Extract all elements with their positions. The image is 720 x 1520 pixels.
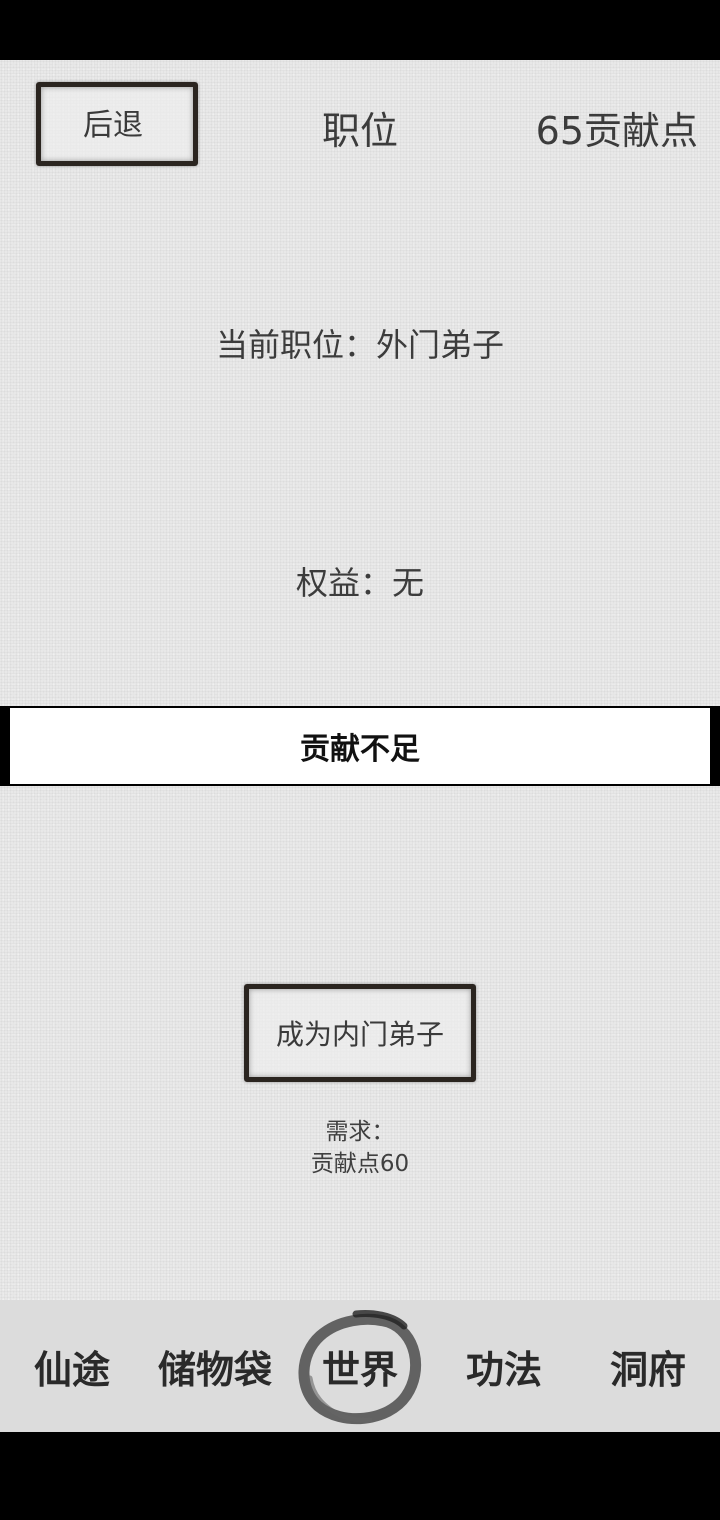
banner-message: 贡献不足 <box>10 708 710 784</box>
nav-item-label: 世界 <box>321 1346 398 1392</box>
requirement-detail: 贡献点60 <box>310 1151 410 1177</box>
position-screen: 后退 职位 65贡献点 当前职位：外门弟子 权益：无 贡献不足 成为内门弟子 需… <box>0 60 720 1432</box>
nav-item-world[interactable]: 世界 <box>290 1300 430 1432</box>
nav-item-techniques[interactable]: 功法 <box>452 1300 556 1432</box>
status-bar <box>0 0 720 60</box>
become-inner-disciple-button[interactable]: 成为内门弟子 <box>244 984 476 1082</box>
nav-item-storage-bag[interactable]: 储物袋 <box>150 1300 280 1432</box>
nav-item-xiantu[interactable]: 仙途 <box>16 1300 128 1432</box>
requirement-heading: 需求： <box>325 1119 395 1145</box>
back-button-label: 后退 <box>83 108 143 143</box>
nav-item-label: 洞府 <box>609 1346 686 1392</box>
nav-item-label: 功法 <box>465 1346 542 1392</box>
benefits-text: 权益：无 <box>295 564 424 602</box>
bottom-nav: 仙途 储物袋 世界 功法 洞府 <box>0 1300 720 1432</box>
promote-button-label: 成为内门弟子 <box>275 1018 444 1051</box>
contribution-points: 65贡献点 <box>535 109 698 153</box>
system-navigation-bar <box>0 1432 720 1520</box>
nav-item-label: 储物袋 <box>157 1346 272 1392</box>
insufficient-contribution-banner: 贡献不足 <box>0 706 720 786</box>
page-title: 职位 <box>321 109 398 153</box>
nav-item-label: 仙途 <box>33 1346 110 1392</box>
requirement-block: 需求： 贡献点60 <box>0 1116 720 1180</box>
back-button[interactable]: 后退 <box>36 82 198 166</box>
nav-item-cave-abode[interactable]: 洞府 <box>596 1300 700 1432</box>
current-position-text: 当前职位：外门弟子 <box>215 326 504 364</box>
